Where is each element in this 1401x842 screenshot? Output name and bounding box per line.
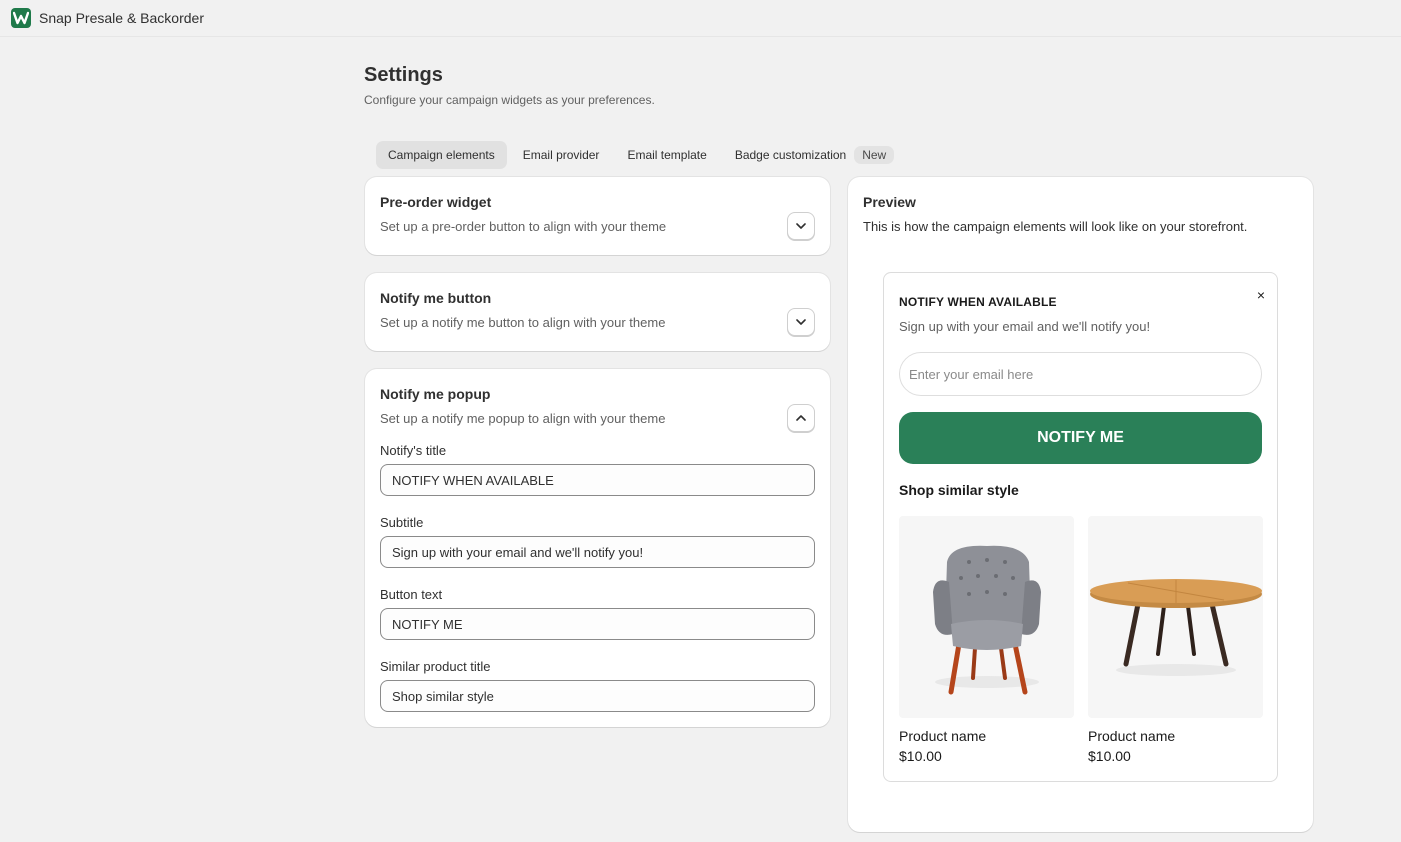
button-text-input[interactable] xyxy=(380,608,815,640)
expand-notify-button-button[interactable] xyxy=(787,308,815,336)
notify-me-button[interactable]: NOTIFY ME xyxy=(899,412,1262,464)
product-card[interactable]: Product name $10.00 xyxy=(899,516,1074,764)
chevron-down-icon xyxy=(796,319,806,325)
app-logo-icon xyxy=(11,8,31,28)
page-subtitle: Configure your campaign widgets as your … xyxy=(364,93,655,107)
tab-email-template[interactable]: Email template xyxy=(615,141,718,169)
popup-title: NOTIFY WHEN AVAILABLE xyxy=(899,295,1057,309)
app-header: Snap Presale & Backorder xyxy=(0,0,1401,37)
email-input[interactable] xyxy=(899,352,1262,396)
product-name: Product name xyxy=(1088,728,1176,744)
collapse-notify-popup-button[interactable] xyxy=(787,404,815,432)
tab-label: Email template xyxy=(627,148,707,162)
notify-button-card: Notify me button Set up a notify me butt… xyxy=(365,273,830,351)
subtitle-label: Subtitle xyxy=(380,515,424,530)
chevron-up-icon xyxy=(796,415,806,421)
popup-subtitle: Sign up with your email and we'll notify… xyxy=(899,319,1151,334)
expand-preorder-button[interactable] xyxy=(787,212,815,240)
app-name: Snap Presale & Backorder xyxy=(39,10,204,26)
button-text-label: Button text xyxy=(380,587,443,602)
product-price: $10.00 xyxy=(899,748,942,764)
subtitle-input[interactable] xyxy=(380,536,815,568)
new-badge: New xyxy=(854,146,895,164)
page-title: Settings xyxy=(364,64,443,86)
armchair-image xyxy=(899,516,1074,718)
card-title: Notify me button xyxy=(380,290,492,306)
notify-popup-preview: NOTIFY WHEN AVAILABLE Sign up with your … xyxy=(883,272,1278,782)
chevron-down-icon xyxy=(796,223,806,229)
card-title: Pre-order widget xyxy=(380,194,492,210)
tab-campaign-elements[interactable]: Campaign elements xyxy=(376,141,507,169)
product-card[interactable]: Product name $10.00 xyxy=(1088,516,1263,764)
preorder-widget-card: Pre-order widget Set up a pre-order butt… xyxy=(365,177,830,255)
card-description: Set up a pre-order button to align with … xyxy=(380,219,667,234)
tab-label: Email provider xyxy=(522,148,600,162)
similar-product-title-input[interactable] xyxy=(380,680,815,712)
similar-products-title: Shop similar style xyxy=(899,482,1019,498)
tab-label: Campaign elements xyxy=(388,148,495,162)
tab-label: Badge customization xyxy=(734,148,847,162)
preview-description: This is how the campaign elements will l… xyxy=(863,219,1248,234)
card-description: Set up a notify me button to align with … xyxy=(380,315,666,330)
card-description: Set up a notify me popup to align with y… xyxy=(380,411,666,426)
notify-title-input[interactable] xyxy=(380,464,815,496)
round-table-image xyxy=(1088,516,1263,718)
similar-product-title-label: Similar product title xyxy=(380,659,491,674)
tab-badge-customization[interactable]: Badge customization New xyxy=(723,141,906,169)
notify-popup-card: Notify me popup Set up a notify me popup… xyxy=(365,369,830,727)
preview-title: Preview xyxy=(863,194,916,210)
settings-tabs: Campaign elements Email provider Email t… xyxy=(376,141,910,169)
card-title: Notify me popup xyxy=(380,386,491,402)
notify-title-label: Notify's title xyxy=(380,443,447,458)
preview-card: Preview This is how the campaign element… xyxy=(848,177,1313,832)
product-name: Product name xyxy=(899,728,987,744)
close-icon[interactable]: × xyxy=(1257,287,1265,303)
tab-email-provider[interactable]: Email provider xyxy=(511,141,612,169)
product-price: $10.00 xyxy=(1088,748,1131,764)
